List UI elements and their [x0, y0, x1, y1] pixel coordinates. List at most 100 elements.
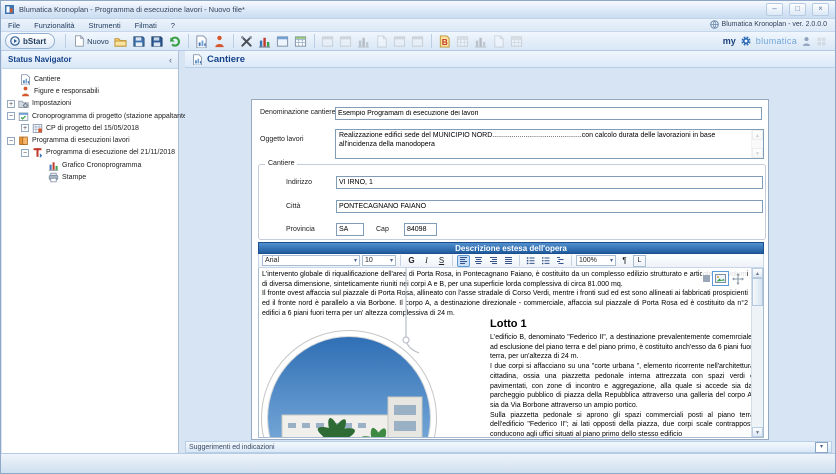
sidebar-item-grafico-cronoprogramma[interactable]: Grafico Cronoprogramma	[2, 159, 178, 171]
sidebar-item-programma-esecuzione[interactable]: − Programma di esecuzione del 21/11/2018	[2, 147, 178, 159]
cap-input[interactable]	[404, 223, 437, 236]
expander-closed-icon[interactable]: +	[7, 100, 15, 108]
bim-doc-icon	[438, 35, 451, 48]
scroll-up-icon: ▲	[752, 130, 763, 140]
menu-file[interactable]: File	[1, 21, 27, 30]
version-label: Blumatica Kronoplan - ver. 2.0.0.0	[722, 21, 827, 28]
tools-button[interactable]	[238, 33, 256, 49]
spreadsheet-button[interactable]	[292, 33, 310, 49]
menu-filmati[interactable]: Filmati	[128, 21, 164, 30]
paste-icon	[339, 35, 352, 48]
sidebar-item-cp-di-progetto[interactable]: + CP di progetto del 15/05/2018	[2, 122, 178, 134]
close-button[interactable]: ×	[812, 3, 829, 16]
person-icon	[213, 35, 226, 48]
building-photo-image: blumatica	[268, 337, 431, 438]
multilevel-list-button[interactable]	[554, 255, 567, 267]
bim-button[interactable]	[436, 33, 454, 49]
sidebar-item-cantiere[interactable]: Cantiere	[2, 73, 178, 85]
menu-help[interactable]: ?	[164, 21, 182, 30]
expander-open-icon[interactable]: −	[7, 112, 15, 120]
font-select[interactable]: Arial▾	[262, 255, 360, 266]
gantt-chart-icon	[48, 160, 59, 171]
zoom-select[interactable]: 100%▾	[576, 255, 616, 266]
indirizzo-input[interactable]	[336, 176, 763, 189]
cantiere-chart-icon	[20, 74, 31, 85]
numbered-list-button[interactable]	[539, 255, 552, 267]
scroll-up-icon[interactable]: ▲	[752, 268, 763, 278]
align-left-button[interactable]	[457, 255, 470, 267]
window-button[interactable]	[274, 33, 292, 49]
building-photo[interactable]: blumatica	[261, 330, 437, 438]
suggestions-bar[interactable]: Suggerimenti ed indicazioni ▾	[185, 441, 832, 453]
chart-button[interactable]	[256, 33, 274, 49]
paste-button	[337, 33, 355, 49]
undo-button[interactable]	[166, 33, 184, 49]
user-icon[interactable]	[801, 36, 812, 47]
collapse-sidebar-icon[interactable]: ‹	[169, 55, 172, 65]
align-right-button[interactable]	[487, 255, 500, 267]
sidebar-item-stampe[interactable]: Stampe	[2, 171, 178, 183]
export-icon	[393, 35, 406, 48]
lotto-section: Lotto 1 L'edificio B, denominato "Federi…	[490, 318, 754, 438]
move-image-button[interactable]	[731, 272, 745, 285]
oggetto-textarea[interactable]: Realizzazione edifici sede del MUNICIPIO…	[335, 129, 764, 159]
copy-button	[319, 33, 337, 49]
status-navigator-header: Status Navigator ‹	[2, 51, 178, 69]
denominazione-label: Denominazione cantiere	[260, 109, 336, 116]
maximize-button[interactable]: □	[789, 3, 806, 16]
align-justify-button[interactable]	[502, 255, 515, 267]
menu-strumenti[interactable]: Strumenti	[82, 21, 128, 30]
cantiere-button[interactable]	[193, 33, 211, 49]
font-size-select[interactable]: 10▾	[362, 255, 396, 266]
denominazione-input[interactable]	[335, 107, 762, 120]
align-center-button[interactable]	[472, 255, 485, 267]
minimize-button[interactable]: –	[766, 3, 783, 16]
expander-closed-icon[interactable]: +	[21, 124, 29, 132]
underline-button[interactable]: S	[435, 255, 448, 267]
title-bar: Blumatica Kronoplan - Programma di esecu…	[1, 1, 835, 19]
tag-icon	[510, 35, 523, 48]
scroll-down-icon[interactable]: ▼	[752, 427, 763, 437]
menu-funzionalita[interactable]: Funzionalità	[27, 21, 81, 30]
sidebar-item-programma-esecuzioni-lavori[interactable]: − Programma di esecuzioni lavori	[2, 134, 178, 146]
citta-input[interactable]	[336, 200, 763, 213]
bullet-list-button[interactable]	[524, 255, 537, 267]
new-file-icon	[73, 35, 85, 47]
indirizzo-label: Indirizzo	[286, 179, 312, 186]
expand-suggestions-button[interactable]: ▾	[815, 442, 828, 453]
sidebar-item-cronoprogramma-progetto[interactable]: − Cronoprogramma di progetto (stazione a…	[2, 110, 178, 122]
sidebar-item-impostazioni[interactable]: + Impostazioni	[2, 98, 178, 110]
dropdown-icon: ▾	[390, 257, 393, 264]
save-as-button[interactable]	[148, 33, 166, 49]
open-button[interactable]	[112, 33, 130, 49]
image-wrap-button[interactable]	[712, 271, 729, 286]
cap-label: Cap	[376, 226, 389, 233]
scroll-down-icon: ▼	[752, 148, 763, 158]
align-left-icon	[459, 256, 468, 265]
suggestions-label: Suggerimenti ed indicazioni	[189, 444, 275, 451]
paragraph-marks-button[interactable]: ¶	[618, 255, 631, 267]
textbox-button[interactable]: L	[633, 255, 646, 267]
scroll-thumb[interactable]	[752, 278, 763, 306]
save-button[interactable]	[130, 33, 148, 49]
description-scrollbar[interactable]: ▲ ▼	[751, 268, 763, 437]
move-cross-icon	[732, 273, 744, 285]
anchor-handle[interactable]	[703, 275, 710, 282]
figure-button[interactable]	[211, 33, 229, 49]
align-right-icon	[489, 256, 498, 265]
expander-open-icon[interactable]: −	[7, 137, 15, 145]
menu-bar: File Funzionalità Strumenti Filmati ? Bl…	[1, 19, 835, 32]
image-position-widget	[702, 270, 746, 287]
expander-open-icon[interactable]: −	[21, 149, 29, 157]
bstart-button[interactable]: bStart	[5, 33, 55, 49]
bold-button[interactable]: G	[405, 255, 418, 267]
italic-button[interactable]: I	[420, 255, 433, 267]
lotto-paragraph: L'edificio B, denominato "Federico II", …	[490, 333, 754, 362]
multilevel-list-icon	[556, 256, 565, 265]
provincia-input[interactable]	[336, 223, 364, 236]
new-file-button[interactable]: Nuovo	[70, 35, 112, 47]
status-navigator-title: Status Navigator	[8, 55, 72, 64]
sidebar-item-figure-e-responsabili[interactable]: Figure e responsabili	[2, 85, 178, 97]
richtext-editor[interactable]: L'intervento globale di riqualificazione…	[258, 268, 764, 438]
numbered-list-icon	[541, 256, 550, 265]
